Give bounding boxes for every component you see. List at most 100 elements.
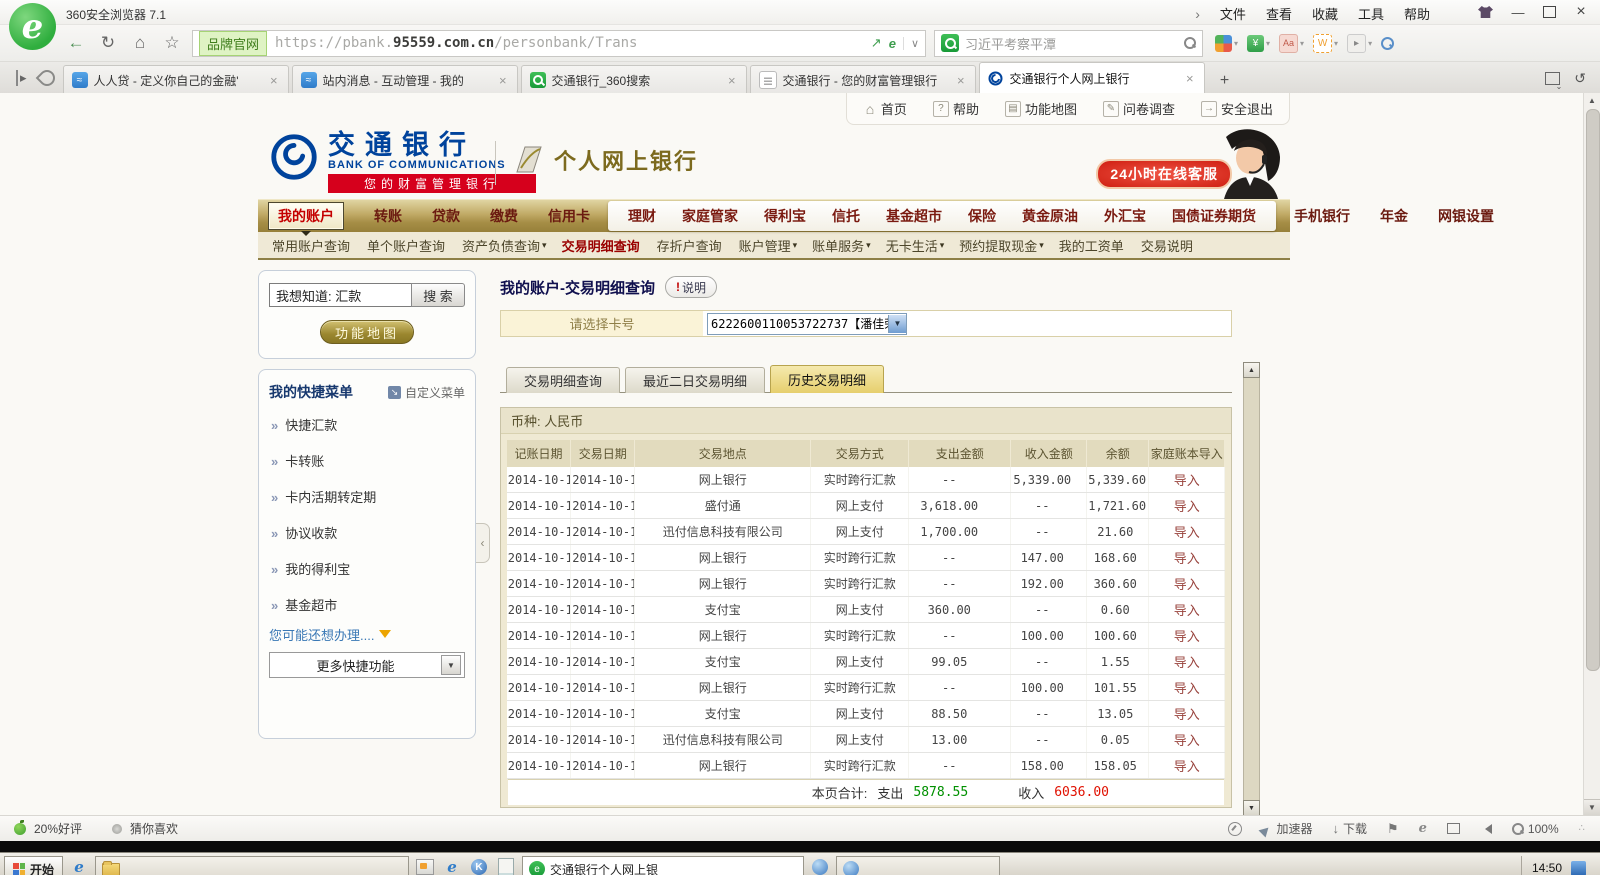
menu-item[interactable]: 工具 [1358, 4, 1384, 23]
search-engine-icon[interactable] [941, 34, 959, 52]
browser-360-logo-icon[interactable]: e [9, 3, 56, 50]
url-text[interactable]: https://pbank.95559.com.cn/personbank/Tr… [275, 35, 863, 51]
skin-icon[interactable] [1478, 6, 1493, 18]
main-nav-item[interactable]: 年金 [1380, 206, 1408, 226]
quick-menu-item[interactable]: »卡转账 [269, 442, 465, 478]
main-nav-item[interactable]: 信用卡 [548, 206, 590, 226]
subnav-item[interactable]: 账单服务▾ [812, 236, 871, 255]
sidebar-search-button[interactable]: 搜 索 [411, 283, 465, 307]
utility-home-link[interactable]: ⌂首页 [863, 99, 907, 118]
ie-compat-icon[interactable]: e [1419, 821, 1427, 836]
more-services-link[interactable]: 您可能还想办理.... [269, 624, 465, 644]
quick-menu-item[interactable]: »基金超市 [269, 586, 465, 622]
subnav-item[interactable]: 预约提取现金▾ [959, 236, 1044, 255]
import-link[interactable]: 导入 [1174, 577, 1200, 592]
utility-logout-link[interactable]: →安全退出 [1201, 99, 1273, 118]
import-link[interactable]: 导入 [1174, 629, 1200, 644]
menu-item[interactable]: 收藏 [1312, 4, 1338, 23]
wallet-shield-icon[interactable]: ¥▾ [1247, 35, 1270, 52]
rating-label[interactable]: 20%好评 [34, 820, 82, 837]
quick-launch-ie-icon[interactable]: e [68, 856, 90, 875]
search-box[interactable]: 习近平考察平潭 [934, 30, 1203, 57]
main-nav-item[interactable]: 得利宝 [764, 206, 806, 226]
import-link[interactable]: 导入 [1174, 759, 1200, 774]
import-link[interactable]: 导入 [1174, 655, 1200, 670]
main-nav-item[interactable]: 国债证券期货 [1172, 206, 1256, 226]
speed-test-icon[interactable] [1228, 822, 1242, 836]
main-nav-item[interactable]: 保险 [968, 206, 996, 226]
scroll-down-icon[interactable]: ▼ [1243, 800, 1260, 815]
browser-scrollbar[interactable]: ▲ ▼ [1583, 93, 1600, 815]
subnav-item[interactable]: 我的工资单 [1059, 236, 1126, 255]
speaker-icon[interactable] [1480, 824, 1492, 834]
tab-close-icon[interactable]: × [1184, 71, 1196, 86]
want-to-know-input[interactable]: 我想知道: 汇款 [269, 283, 412, 307]
scrollbar-thumb[interactable] [1586, 109, 1600, 671]
tab-close-icon[interactable]: × [497, 73, 509, 88]
brand-badge[interactable]: 品牌官网 [199, 31, 267, 56]
note-edit-icon[interactable]: e [889, 36, 896, 51]
main-nav-item[interactable]: 我的账户 [268, 202, 344, 230]
screenshot-icon[interactable]: W▾ [1313, 34, 1338, 53]
share-icon[interactable]: ↗ [871, 35, 882, 51]
main-nav-item[interactable]: 转账 [374, 206, 402, 226]
suggest-label[interactable]: 猜你喜欢 [130, 820, 178, 837]
menu-item[interactable]: 文件 [1220, 4, 1246, 23]
minimize-button[interactable]: — [1509, 3, 1527, 21]
globe-task-icon[interactable] [809, 856, 831, 875]
active-browser-task-button[interactable]: e 交通银行个人网上银 [522, 856, 804, 875]
drop-mode-icon[interactable] [35, 67, 58, 90]
more-functions-dropdown[interactable]: 更多快捷功能 ▼ [269, 652, 465, 678]
import-link[interactable]: 导入 [1174, 603, 1200, 618]
refresh-button[interactable]: ↻ [96, 31, 120, 55]
subnav-item[interactable]: 存折户查询 [657, 236, 724, 255]
scroll-up-icon[interactable]: ▲ [1243, 362, 1260, 378]
main-nav-item[interactable]: 家庭管家 [682, 206, 738, 226]
customize-menu-link[interactable]: ↘自定义菜单 [388, 384, 465, 401]
suggest-icon[interactable] [112, 824, 122, 834]
dropdown-button-icon[interactable]: ▼ [441, 655, 461, 675]
favorite-star-button[interactable]: ☆ [160, 31, 184, 55]
address-bar[interactable]: 品牌官网 https://pbank.95559.com.cn/personba… [192, 30, 926, 57]
subnav-item[interactable]: 资产负债查询▾ [462, 236, 547, 255]
restore-tab-icon[interactable]: ↺ [1574, 70, 1586, 87]
subnav-item[interactable]: 无卡生活▾ [886, 236, 945, 255]
detail-tab[interactable]: 交易明细查询 [506, 367, 620, 393]
quick-menu-item[interactable]: »快捷汇款 [269, 406, 465, 442]
image-viewer-icon[interactable] [414, 856, 436, 875]
utility-survey-link[interactable]: ✎问卷调查 [1103, 99, 1175, 118]
zoom-control[interactable]: 100% [1512, 822, 1559, 836]
font-size-icon[interactable]: Aa▾ [1279, 34, 1304, 53]
import-link[interactable]: 导入 [1174, 525, 1200, 540]
main-nav-item[interactable]: 网银设置 [1438, 206, 1494, 226]
main-nav-item[interactable]: 缴费 [490, 206, 518, 226]
start-button[interactable]: 开始 [4, 856, 63, 875]
utility-sitemap-link[interactable]: ▤功能地图 [1005, 99, 1077, 118]
tab-bocom-personal-banking[interactable]: 交通银行个人网上银行 × [979, 62, 1205, 94]
import-link[interactable]: 导入 [1174, 707, 1200, 722]
subnav-item[interactable]: 常用账户查询 [272, 236, 352, 255]
maximize-button[interactable] [1543, 6, 1556, 18]
menu-item[interactable]: 帮助 [1404, 4, 1430, 23]
tab-close-icon[interactable]: × [955, 73, 967, 88]
quick-menu-item[interactable]: »协议收款 [269, 514, 465, 550]
select-dropdown-icon[interactable]: ▼ [888, 315, 906, 333]
new-tab-button[interactable]: + [1212, 68, 1238, 94]
panel-scrollbar[interactable]: ▲ ▼ [1243, 362, 1260, 815]
main-nav-item[interactable]: 贷款 [432, 206, 460, 226]
main-nav-item[interactable]: 基金超市 [886, 206, 942, 226]
subnav-item[interactable]: 账户管理▾ [739, 236, 798, 255]
main-nav-item[interactable]: 黄金原油 [1022, 206, 1078, 226]
import-link[interactable]: 导入 [1174, 551, 1200, 566]
tab-360-search[interactable]: 交通银行_360搜索 × [521, 65, 747, 94]
back-button[interactable]: ← [64, 31, 88, 55]
subnav-item[interactable]: 交易明细查询 [562, 236, 642, 255]
tray-app-icon[interactable] [1571, 861, 1586, 875]
url-dropdown-icon[interactable]: ∨ [903, 37, 919, 50]
page-zoom-icon[interactable] [1381, 37, 1394, 50]
search-go-icon[interactable] [1184, 37, 1196, 49]
folder-task-button[interactable] [95, 856, 409, 875]
scrollbar-up-icon[interactable]: ▲ [1584, 93, 1600, 108]
tab-bocom-site[interactable]: 交通银行 - 您的财富管理银行 × [750, 65, 976, 94]
accelerator-button[interactable]: 加速器 [1262, 820, 1312, 837]
